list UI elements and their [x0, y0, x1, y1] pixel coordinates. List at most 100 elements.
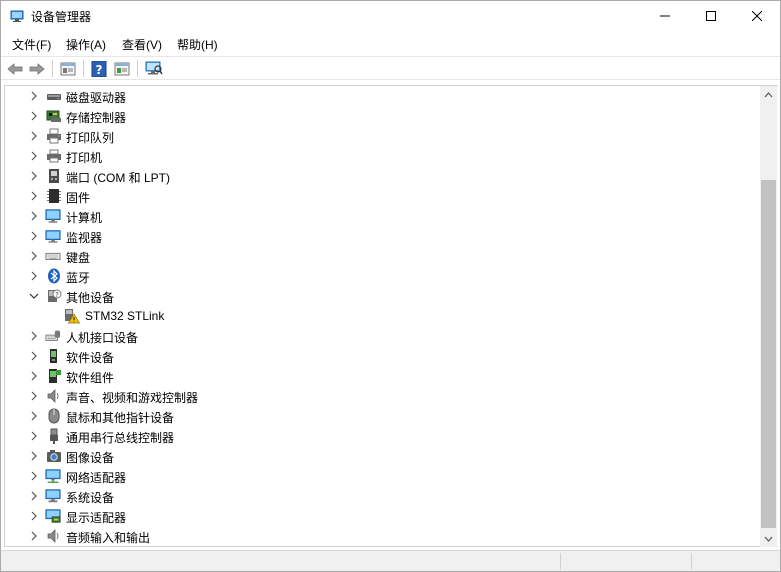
tree-item-ports[interactable]: 端口 (COM 和 LPT) — [5, 166, 762, 186]
hid-icon — [45, 330, 61, 341]
tree-item-mice[interactable]: 鼠标和其他指针设备 — [5, 406, 762, 426]
scroll-up-arrow-icon — [764, 91, 773, 97]
tree-item-software-devices[interactable]: 软件设备 — [5, 346, 762, 366]
chevron-right-icon[interactable] — [28, 130, 40, 142]
back-icon — [7, 62, 23, 75]
device-tree[interactable]: 磁盘驱动器 存储控制器 打印队列 打印机 端口 (COM 和 LPT) 固件 计… — [4, 85, 778, 547]
forward-button[interactable] — [27, 59, 47, 78]
software-device-icon — [50, 349, 57, 363]
tree-item-label: 存储控制器 — [66, 111, 127, 125]
warning-device-icon — [65, 309, 80, 324]
chevron-down-icon[interactable] — [28, 290, 40, 302]
chevron-right-icon[interactable] — [28, 110, 40, 122]
device-manager-window: 设备管理器 文件(F) 操作(A) 查看(V) 帮助(H) ? 磁盘驱动器 存储… — [0, 0, 781, 572]
scrollbar-thumb[interactable] — [761, 180, 776, 528]
tree-item-firmware[interactable]: 固件 — [5, 186, 762, 206]
chevron-right-icon[interactable] — [28, 510, 40, 522]
menu-help[interactable]: 帮助(H) — [175, 36, 220, 53]
close-button[interactable] — [734, 1, 780, 31]
tree-item-printers[interactable]: 打印机 — [5, 146, 762, 166]
tree-item-software-components[interactable]: 软件组件 — [5, 366, 762, 386]
tree-item-keyboards[interactable]: 键盘 — [5, 246, 762, 266]
system-device-icon — [45, 489, 61, 503]
svg-text:?: ? — [96, 63, 103, 77]
chevron-right-icon[interactable] — [28, 230, 40, 242]
chevron-right-icon[interactable] — [28, 490, 40, 502]
title-bar[interactable]: 设备管理器 — [1, 1, 780, 31]
chevron-right-icon[interactable] — [28, 170, 40, 182]
tree-item-bluetooth[interactable]: 蓝牙 — [5, 266, 762, 286]
menu-action[interactable]: 操作(A) — [64, 36, 108, 53]
toolbar-separator — [83, 60, 84, 77]
tree-item-label: 系统设备 — [66, 491, 115, 505]
tree-item-label: 软件设备 — [66, 351, 115, 365]
tree-item-monitors[interactable]: 监视器 — [5, 226, 762, 246]
window-title: 设备管理器 — [31, 10, 92, 24]
mouse-icon — [48, 408, 60, 424]
tree-item-imaging[interactable]: 图像设备 — [5, 446, 762, 466]
tree-item-sound-video-game[interactable]: 声音、视频和游戏控制器 — [5, 386, 762, 406]
chevron-right-icon[interactable] — [28, 450, 40, 462]
forward-icon — [29, 62, 45, 75]
tree-item-other-devices[interactable]: ? 其他设备 — [5, 286, 762, 306]
properties-button[interactable] — [58, 59, 78, 78]
bluetooth-icon — [48, 268, 60, 284]
status-bar — [1, 550, 780, 571]
chevron-right-icon[interactable] — [28, 390, 40, 402]
tree-item-label: 计算机 — [66, 211, 103, 225]
tree-item-label: 监视器 — [66, 231, 103, 245]
scan-hardware-button[interactable] — [144, 59, 164, 78]
chevron-right-icon[interactable] — [28, 90, 40, 102]
maximize-button[interactable] — [688, 1, 734, 31]
chevron-right-icon[interactable] — [28, 410, 40, 422]
tree-item-network-adapters[interactable]: 网络适配器 — [5, 466, 762, 486]
tree-item-system-devices[interactable]: 系统设备 — [5, 486, 762, 506]
scroll-down-button[interactable] — [760, 530, 777, 547]
tree-item-computer[interactable]: 计算机 — [5, 206, 762, 226]
help-button[interactable]: ? — [89, 59, 109, 78]
menu-file[interactable]: 文件(F) — [10, 36, 53, 53]
menu-view[interactable]: 查看(V) — [120, 36, 164, 53]
chevron-right-icon[interactable] — [28, 250, 40, 262]
tree-item-usb[interactable]: 通用串行总线控制器 — [5, 426, 762, 446]
tree-item-storage-controllers[interactable]: 存储控制器 — [5, 106, 762, 126]
chevron-right-icon[interactable] — [28, 270, 40, 282]
scroll-up-button[interactable] — [760, 86, 777, 103]
chevron-right-icon[interactable] — [28, 210, 40, 222]
print-queue-icon — [47, 128, 61, 144]
chevron-right-icon[interactable] — [28, 370, 40, 382]
tree-item-audio-io[interactable]: 音频输入和输出 — [5, 526, 762, 546]
tree-item-label: 网络适配器 — [66, 471, 127, 485]
tree-item-print-queues[interactable]: 打印队列 — [5, 126, 762, 146]
tree-item-label: 软件组件 — [66, 371, 115, 385]
back-button[interactable] — [5, 59, 25, 78]
tree-item-label: 蓝牙 — [66, 271, 91, 285]
menu-bar: 文件(F) 操作(A) 查看(V) 帮助(H) — [1, 33, 780, 54]
chevron-right-icon[interactable] — [28, 330, 40, 342]
network-adapter-icon — [45, 469, 61, 484]
tree-item-label: 其他设备 — [66, 291, 115, 305]
minimize-button[interactable] — [642, 1, 688, 31]
chevron-right-icon[interactable] — [28, 470, 40, 482]
chevron-right-icon[interactable] — [28, 190, 40, 202]
monitor-icon — [45, 230, 61, 243]
chevron-right-icon[interactable] — [28, 530, 40, 542]
display-adapter-icon — [45, 509, 61, 523]
status-pane — [691, 553, 780, 570]
update-driver-button[interactable] — [112, 59, 132, 78]
help-icon: ? — [91, 60, 107, 77]
minimize-icon — [660, 15, 670, 17]
tree-item-label: 打印队列 — [66, 131, 115, 145]
device-manager-app-icon — [10, 9, 24, 23]
tree-item-disk-drives[interactable]: 磁盘驱动器 — [5, 86, 762, 106]
tree-item-display-adapters[interactable]: 显示适配器 — [5, 506, 762, 526]
tree-item-label: 声音、视频和游戏控制器 — [66, 391, 199, 405]
chevron-right-icon[interactable] — [28, 350, 40, 362]
vertical-scrollbar[interactable] — [760, 86, 777, 547]
tree-item-stm32-stlink[interactable]: STM32 STLink — [5, 306, 762, 326]
chevron-right-icon[interactable] — [28, 430, 40, 442]
toolbar: ? — [1, 56, 780, 80]
computer-icon — [45, 209, 61, 223]
chevron-right-icon[interactable] — [28, 150, 40, 162]
tree-item-hid[interactable]: 人机接口设备 — [5, 326, 762, 346]
